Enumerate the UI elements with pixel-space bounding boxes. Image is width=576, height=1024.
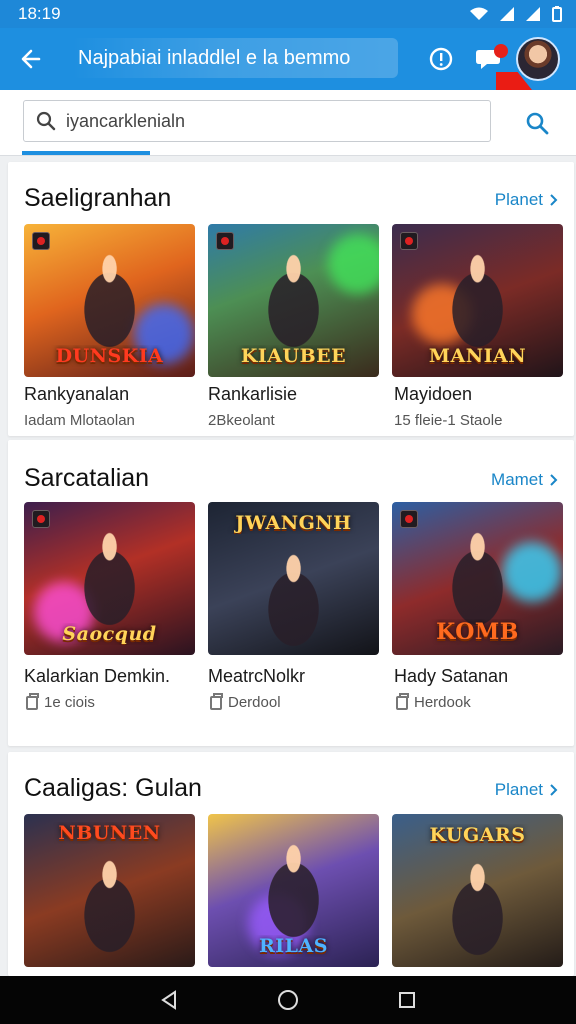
app-badge-icon <box>216 232 234 250</box>
game-logo-text: JWANGNH <box>235 512 352 534</box>
app-bar: Najpabiai inladdlel e la bemmo <box>0 28 576 90</box>
game-subtitle-text: Herdook <box>414 694 471 711</box>
document-icon <box>210 692 223 710</box>
game-art <box>65 245 154 353</box>
game-logo-text: DUNSKIA <box>55 345 164 367</box>
game-subtitle-text: Derdool <box>228 694 281 711</box>
section-card-2: Sarcatalian Mamet Saocqud JWANGNH KOMB K… <box>8 440 574 746</box>
info-icon <box>429 47 453 71</box>
game-subtitle: 1e ciois <box>26 692 95 711</box>
tab-indicator <box>22 151 150 155</box>
app-badge-icon <box>400 232 418 250</box>
recents-square-icon <box>398 992 415 1008</box>
game-title[interactable]: MeatrcNolkr <box>208 666 305 687</box>
chevron-right-icon <box>550 474 558 486</box>
game-tile[interactable]: MANIAN <box>392 224 563 377</box>
game-title[interactable]: Kalarkian Demkin. <box>24 666 170 687</box>
notification-badge <box>494 44 508 58</box>
game-tile[interactable]: NBUNEN <box>24 814 195 967</box>
game-logo-text: Saocqud <box>62 623 157 645</box>
game-subtitle-text: 1e ciois <box>44 694 95 711</box>
game-subtitle: 15 fleie-1 Staole <box>394 412 503 429</box>
game-art <box>433 245 522 353</box>
see-all-label: Planet <box>494 190 543 209</box>
search-input[interactable] <box>66 110 466 132</box>
info-button[interactable] <box>424 42 458 76</box>
system-nav-bar <box>0 976 576 1024</box>
game-title[interactable]: Hady Satanan <box>394 666 508 687</box>
game-subtitle: Derdool <box>210 692 281 711</box>
search-field[interactable] <box>23 100 491 142</box>
wifi-icon <box>470 7 488 21</box>
chat-button[interactable] <box>472 42 508 76</box>
game-tile[interactable]: KIAUBEE <box>208 224 379 377</box>
see-all-label: Mamet <box>491 470 543 489</box>
chevron-right-icon <box>550 194 558 206</box>
search-area <box>0 90 576 156</box>
back-button[interactable] <box>0 28 62 90</box>
see-all-link[interactable]: Mamet <box>491 470 558 490</box>
game-tile[interactable]: JWANGNH <box>208 502 379 655</box>
back-triangle-icon <box>161 990 177 1010</box>
game-art <box>249 835 338 943</box>
game-logo-text: NBUNEN <box>58 822 161 844</box>
home-circle-icon <box>277 990 298 1010</box>
app-badge-icon <box>32 232 50 250</box>
battery-icon <box>552 6 562 22</box>
signal-icon <box>500 7 514 21</box>
nav-recents-button[interactable] <box>387 980 427 1020</box>
game-art <box>249 544 338 652</box>
status-bar: 18:19 <box>0 0 576 28</box>
status-time: 18:19 <box>18 4 61 23</box>
game-tile[interactable]: DUNSKIA <box>24 224 195 377</box>
game-art <box>65 523 154 631</box>
search-button[interactable] <box>522 108 552 138</box>
game-art <box>65 850 154 958</box>
game-logo-text: KUGARS <box>429 824 526 846</box>
avatar[interactable] <box>516 37 560 81</box>
page-title: Najpabiai inladdlel e la bemmo <box>72 38 398 78</box>
game-logo-text: KIAUBEE <box>240 345 347 367</box>
section-card-1: Saeligranhan Planet DUNSKIA KIAUBEE MANI… <box>8 162 574 436</box>
game-subtitle: 2Bkeolant <box>208 412 275 429</box>
game-subtitle: Iadam Mlotaolan <box>24 412 135 429</box>
game-art <box>249 245 338 353</box>
game-logo-text: MANIAN <box>428 345 527 367</box>
back-arrow-icon <box>21 49 41 69</box>
signal-icon-2 <box>526 7 540 21</box>
see-all-label: Planet <box>494 780 543 799</box>
chevron-right-icon <box>550 784 558 796</box>
app-badge-icon <box>400 510 418 528</box>
game-tile[interactable]: KUGARS <box>392 814 563 967</box>
see-all-link[interactable]: Planet <box>495 190 558 210</box>
section-title: Sarcatalian <box>24 464 150 492</box>
document-icon <box>26 692 39 710</box>
document-icon <box>396 692 409 710</box>
status-icons <box>470 6 562 22</box>
game-title[interactable]: Rankyanalan <box>24 384 129 405</box>
section-title: Saeligranhan <box>24 184 172 212</box>
game-subtitle: Herdook <box>396 692 471 711</box>
search-icon <box>526 112 549 135</box>
nav-home-button[interactable] <box>268 980 308 1020</box>
game-tile[interactable]: KOMB <box>392 502 563 655</box>
game-tile[interactable]: RILAS <box>208 814 379 967</box>
see-all-link[interactable]: Planet <box>495 780 558 800</box>
section-card-3: Caaligas: Gulan Planet NBUNEN RILAS KUGA… <box>8 752 574 976</box>
game-title[interactable]: Mayidoen <box>394 384 472 405</box>
game-title[interactable]: Rankarlisie <box>208 384 297 405</box>
game-tile[interactable]: Saocqud <box>24 502 195 655</box>
app-badge-icon <box>32 510 50 528</box>
search-icon <box>36 111 56 131</box>
game-art <box>433 853 522 961</box>
game-logo-text: RILAS <box>259 935 328 957</box>
game-logo-text: KOMB <box>436 619 519 645</box>
section-title: Caaligas: Gulan <box>24 774 202 802</box>
game-art <box>433 523 522 631</box>
nav-back-button[interactable] <box>149 980 189 1020</box>
